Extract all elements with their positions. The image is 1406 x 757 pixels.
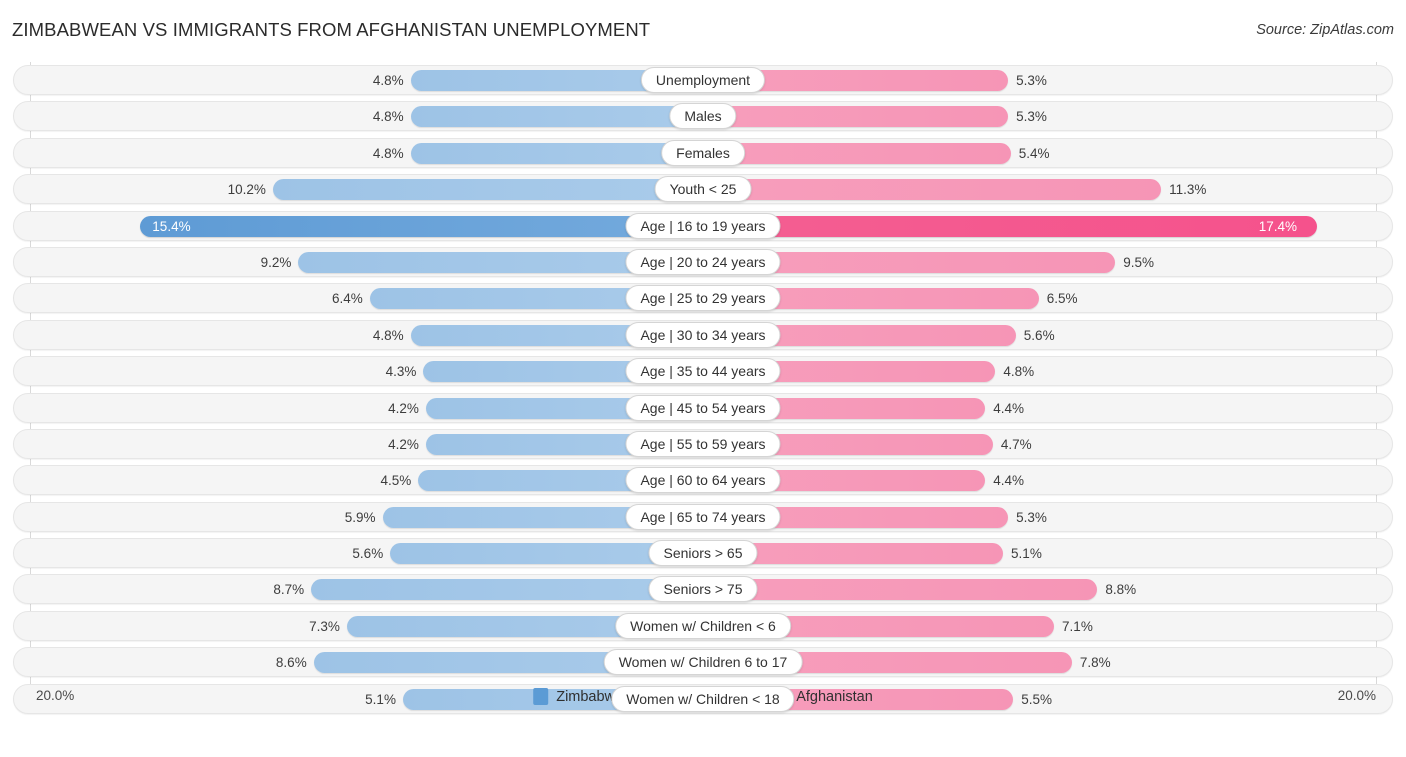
category-label: Age | 20 to 24 years <box>625 248 781 275</box>
legend-swatch-icon <box>533 688 549 705</box>
value-label-left: 5.1% <box>365 691 396 707</box>
bar-row: 8.7% 8.8% Seniors > 75 <box>0 571 1406 607</box>
bar-right-immigrants-from-afghanistan <box>703 142 1011 164</box>
bar-row: 9.2% 9.5% Age | 20 to 24 years <box>0 244 1406 280</box>
bar-row: 4.8% 5.3% Males <box>0 98 1406 134</box>
category-label: Age | 35 to 44 years <box>625 358 781 385</box>
value-label-right: 5.4% <box>1018 145 1050 161</box>
plot-area: 4.8% 5.3% Unemployment 4.8% 5.3% Males 4.8% 5.4… <box>0 62 1406 719</box>
value-label-right: 8.8% <box>1105 582 1137 598</box>
value-label-left: 4.3% <box>385 364 417 380</box>
category-label: Age | 65 to 74 years <box>625 503 781 530</box>
value-label-right: 9.5% <box>1123 254 1155 270</box>
value-label-left: 4.5% <box>380 473 412 489</box>
category-label: Age | 60 to 64 years <box>625 467 781 494</box>
bar-left-zimbabwean <box>410 106 703 128</box>
category-label: Age | 25 to 29 years <box>625 285 781 312</box>
source-attribution: Source: ZipAtlas.com <box>1256 22 1394 38</box>
value-label-left: 8.7% <box>273 582 305 598</box>
bar-left-zimbabwean <box>272 179 703 201</box>
bar-row: 5.1% 5.5% Women w/ Children < 18 <box>0 681 1406 717</box>
bar-right-immigrants-from-afghanistan <box>703 579 1098 601</box>
value-label-right: 5.3% <box>1016 109 1047 125</box>
category-label: Women w/ Children < 6 <box>615 612 791 639</box>
category-label: Males <box>669 103 737 130</box>
axis-label-right: 20.0% <box>1337 688 1376 703</box>
category-label: Unemployment <box>640 67 766 93</box>
category-label: Seniors > 75 <box>648 576 758 603</box>
bar-row: 4.5% 4.4% Age | 60 to 64 years <box>0 462 1406 498</box>
value-label-right: 5.5% <box>1021 691 1053 707</box>
value-label-left: 4.8% <box>372 73 404 88</box>
chart-root: ZIMBABWEAN VS IMMIGRANTS FROM AFGHANISTA… <box>0 0 1406 757</box>
value-label-left: 7.3% <box>309 618 340 634</box>
bar-row: 4.3% 4.8% Age | 35 to 44 years <box>0 353 1406 389</box>
value-label-right: 11.3% <box>1169 182 1207 198</box>
value-label-left: 15.4% <box>152 218 191 234</box>
value-label-left: 4.2% <box>388 436 419 452</box>
category-label: Women w/ Children 6 to 17 <box>603 649 803 676</box>
bar-right-immigrants-from-afghanistan <box>703 215 1317 237</box>
bar-row: 7.3% 7.1% Women w/ Children < 6 <box>0 608 1406 644</box>
value-label-left: 5.9% <box>344 509 376 525</box>
bar-row: 4.8% 5.3% Unemployment <box>0 62 1406 98</box>
value-label-right: 4.7% <box>1000 436 1032 452</box>
value-label-right: 17.4% <box>1258 218 1297 234</box>
category-label: Age | 45 to 54 years <box>625 394 781 421</box>
bar-row: 4.8% 5.6% Age | 30 to 34 years <box>0 317 1406 353</box>
category-label: Youth < 25 <box>654 176 752 203</box>
bar-rows: 4.8% 5.3% Unemployment 4.8% 5.3% Males 4.8% 5.4… <box>0 62 1406 717</box>
value-label-left: 5.6% <box>352 546 384 562</box>
bar-row: 15.4% 17.4% Age | 16 to 19 years <box>0 208 1406 244</box>
value-label-right: 5.1% <box>1011 546 1042 562</box>
axis-label-left: 20.0% <box>36 688 75 703</box>
value-label-right: 7.1% <box>1062 618 1093 634</box>
category-label: Women w/ Children < 18 <box>611 685 795 712</box>
bar-left-zimbabwean <box>140 215 703 237</box>
value-label-left: 9.2% <box>260 254 292 270</box>
value-label-right: 7.8% <box>1079 655 1111 671</box>
value-label-right: 4.4% <box>993 400 1024 416</box>
value-label-right: 4.8% <box>1003 364 1035 380</box>
category-label: Age | 30 to 34 years <box>625 321 781 348</box>
bar-row: 5.6% 5.1% Seniors > 65 <box>0 535 1406 571</box>
value-label-right: 4.4% <box>993 473 1024 489</box>
bar-row: 4.2% 4.4% Age | 45 to 54 years <box>0 390 1406 426</box>
category-label: Age | 55 to 59 years <box>625 430 781 457</box>
bar-row: 8.6% 7.8% Women w/ Children 6 to 17 <box>0 644 1406 680</box>
value-label-right: 5.6% <box>1023 327 1055 343</box>
value-label-left: 4.2% <box>388 400 419 416</box>
bar-right-immigrants-from-afghanistan <box>703 179 1162 201</box>
bar-row: 4.2% 4.7% Age | 55 to 59 years <box>0 426 1406 462</box>
category-label: Age | 16 to 19 years <box>625 212 781 239</box>
value-label-right: 6.5% <box>1046 291 1078 307</box>
bar-left-zimbabwean <box>410 142 703 164</box>
bar-right-immigrants-from-afghanistan <box>703 106 1009 128</box>
value-label-left: 6.4% <box>332 291 363 307</box>
value-label-left: 10.2% <box>227 182 266 198</box>
value-label-left: 8.6% <box>275 655 307 671</box>
category-label: Females <box>661 139 745 166</box>
bar-left-zimbabwean <box>311 579 703 601</box>
bar-row: 5.9% 5.3% Age | 65 to 74 years <box>0 499 1406 535</box>
value-label-left: 4.8% <box>372 327 404 343</box>
bar-row: 6.4% 6.5% Age | 25 to 29 years <box>0 280 1406 316</box>
page-title: ZIMBABWEAN VS IMMIGRANTS FROM AFGHANISTA… <box>12 19 651 40</box>
category-label: Seniors > 65 <box>648 540 758 567</box>
bar-row: 10.2% 11.3% Youth < 25 <box>0 171 1406 207</box>
value-label-left: 4.8% <box>372 145 404 161</box>
value-label-right: 5.3% <box>1016 509 1047 525</box>
bar-row: 4.8% 5.4% Females <box>0 135 1406 171</box>
value-label-right: 5.3% <box>1016 73 1047 88</box>
value-label-left: 4.8% <box>372 109 404 125</box>
